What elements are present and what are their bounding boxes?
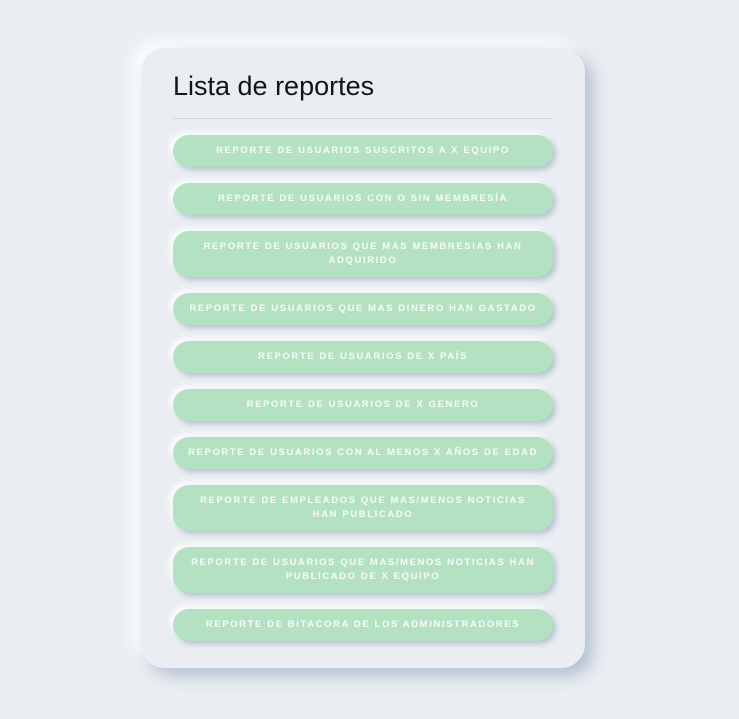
report-button-users-by-gender[interactable]: Reporte de usuarios de X genero [173, 389, 553, 421]
reports-card: Lista de reportes Reporte de usuarios su… [141, 48, 585, 668]
report-button-users-most-spent[interactable]: Reporte de usuarios que mas dinero han g… [173, 293, 553, 325]
report-button-users-min-age[interactable]: Reporte de usuarios con al menos X años … [173, 437, 553, 469]
report-button-admin-log[interactable]: Reporte de bitacora de los administrador… [173, 609, 553, 641]
report-button-users-membership[interactable]: Reporte de usuarios con o sin membresía [173, 183, 553, 215]
report-button-users-by-country[interactable]: Reporte de usuarios de X país [173, 341, 553, 373]
report-button-users-most-memberships[interactable]: Reporte de usuarios que mas membresias h… [173, 231, 553, 277]
report-button-employees-news[interactable]: Reporte de empleados que mas/menos notic… [173, 485, 553, 531]
page-title: Lista de reportes [173, 71, 375, 101]
report-button-users-news-team[interactable]: Reporte de usuarios que mas/menos notici… [173, 547, 553, 593]
report-list: Reporte de usuarios suscritos a X equipo… [173, 135, 553, 641]
divider [173, 118, 553, 119]
report-button-users-subscribed-team[interactable]: Reporte de usuarios suscritos a X equipo [173, 135, 553, 167]
